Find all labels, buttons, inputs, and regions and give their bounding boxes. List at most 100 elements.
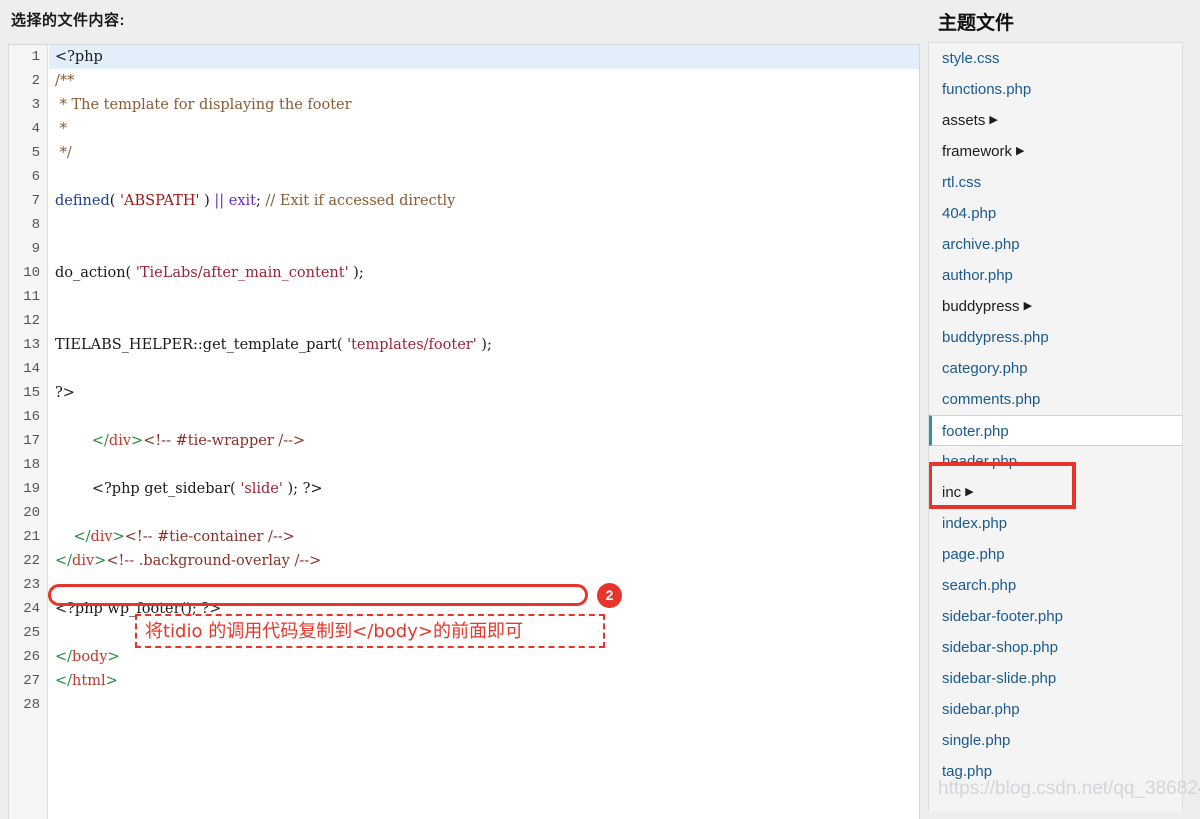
code-line[interactable]: 19 <?php get_sidebar( 'slide' ); ?> bbox=[9, 477, 919, 501]
code-line[interactable]: 8 bbox=[9, 213, 919, 237]
file-list-item-footer-php[interactable]: footer.php bbox=[929, 415, 1182, 446]
file-list-item-search-php[interactable]: search.php bbox=[929, 570, 1182, 601]
code-line[interactable]: 3 * The template for displaying the foot… bbox=[9, 93, 919, 117]
file-list-item-404-php[interactable]: 404.php bbox=[929, 198, 1182, 229]
line-number: 18 bbox=[23, 457, 40, 473]
line-content[interactable] bbox=[49, 285, 919, 309]
file-item-label: page.php bbox=[942, 546, 1005, 563]
line-number: 15 bbox=[23, 385, 40, 401]
code-line[interactable]: 14 bbox=[9, 357, 919, 381]
file-list-item-buddypress[interactable]: buddypress ▶ bbox=[929, 291, 1182, 322]
line-content[interactable] bbox=[49, 309, 919, 333]
line-content[interactable]: </body> bbox=[49, 645, 919, 669]
code-line[interactable]: 28 bbox=[9, 693, 919, 717]
line-number: 28 bbox=[23, 697, 40, 713]
code-line[interactable]: 1 <?php bbox=[9, 45, 919, 69]
line-content[interactable] bbox=[49, 213, 919, 237]
line-content[interactable] bbox=[49, 405, 919, 429]
line-content[interactable]: TIELABS_HELPER::get_template_part( 'temp… bbox=[49, 333, 919, 357]
line-content[interactable]: ?> bbox=[49, 381, 919, 405]
file-list-item-comments-php[interactable]: comments.php bbox=[929, 384, 1182, 415]
file-list-item-functions-php[interactable]: functions.php bbox=[929, 74, 1182, 105]
line-content[interactable]: </html> bbox=[49, 669, 919, 693]
code-editor-section: 选择的文件内容: 1 <?php 2 /** 3 * The template for … bbox=[0, 0, 928, 819]
file-list-item-sidebar-slide-php[interactable]: sidebar-slide.php bbox=[929, 663, 1182, 694]
line-content[interactable]: do_action( 'TieLabs/after_main_content' … bbox=[49, 261, 919, 285]
code-token: </ bbox=[55, 553, 73, 569]
line-content[interactable] bbox=[49, 357, 919, 381]
line-content[interactable]: * The template for displaying the footer bbox=[49, 93, 919, 117]
file-list-item-buddypress-php[interactable]: buddypress.php bbox=[929, 322, 1182, 353]
line-content[interactable] bbox=[49, 501, 919, 525]
file-item-label: framework bbox=[942, 143, 1013, 160]
code-line[interactable]: 22 </div><!-- .background-overlay /--> bbox=[9, 549, 919, 573]
file-list-item-author-php[interactable]: author.php bbox=[929, 260, 1182, 291]
line-content[interactable]: */ bbox=[49, 141, 919, 165]
code-line[interactable]: 6 bbox=[9, 165, 919, 189]
file-list-item-style-css[interactable]: style.css bbox=[929, 43, 1182, 74]
line-content[interactable] bbox=[49, 165, 919, 189]
code-line[interactable]: 7 defined( 'ABSPATH' ) || exit; // Exit i… bbox=[9, 189, 919, 213]
code-line[interactable]: 26 </body> bbox=[9, 645, 919, 669]
file-list-item-assets[interactable]: assets ▶ bbox=[929, 105, 1182, 136]
line-number: 5 bbox=[31, 145, 40, 161]
code-line[interactable]: 17 </div><!-- #tie-wrapper /--> bbox=[9, 429, 919, 453]
code-line[interactable]: 11 bbox=[9, 285, 919, 309]
file-list-item-sidebar-php[interactable]: sidebar.php bbox=[929, 694, 1182, 725]
code-line[interactable]: 15 ?> bbox=[9, 381, 919, 405]
code-token: do_action( bbox=[55, 265, 136, 281]
file-item-label: sidebar.php bbox=[942, 701, 1020, 718]
folder-expand-caret-icon[interactable]: ▶ bbox=[1024, 291, 1032, 322]
code-line[interactable]: 27 </html> bbox=[9, 669, 919, 693]
file-list-item-single-php[interactable]: single.php bbox=[929, 725, 1182, 756]
code-line[interactable]: 20 bbox=[9, 501, 919, 525]
line-content[interactable]: defined( 'ABSPATH' ) || exit; // Exit if… bbox=[49, 189, 919, 213]
folder-expand-caret-icon[interactable]: ▶ bbox=[965, 477, 973, 508]
file-list-item-inc[interactable]: inc ▶ bbox=[929, 477, 1182, 508]
file-item-label: buddypress.php bbox=[942, 329, 1049, 346]
line-content[interactable] bbox=[49, 693, 919, 717]
code-line[interactable]: 13 TIELABS_HELPER::get_template_part( 'te… bbox=[9, 333, 919, 357]
line-content[interactable]: <?php bbox=[49, 45, 919, 69]
file-list-item-sidebar-footer-php[interactable]: sidebar-footer.php bbox=[929, 601, 1182, 632]
line-content[interactable] bbox=[49, 453, 919, 477]
file-list-item-framework[interactable]: framework ▶ bbox=[929, 136, 1182, 167]
code-line[interactable]: 12 bbox=[9, 309, 919, 333]
folder-expand-caret-icon[interactable]: ▶ bbox=[1016, 136, 1024, 167]
code-token: </ bbox=[55, 649, 73, 665]
code-line[interactable]: 2 /** bbox=[9, 69, 919, 93]
file-list-item-index-php[interactable]: index.php bbox=[929, 508, 1182, 539]
theme-files-list[interactable]: style.css functions.php assets ▶ framework ▶ r… bbox=[928, 42, 1183, 811]
file-list-item-rtl-css[interactable]: rtl.css bbox=[929, 167, 1182, 198]
file-item-label: header.php bbox=[942, 453, 1018, 470]
code-token: ) bbox=[199, 193, 215, 209]
code-line[interactable]: 10 do_action( 'TieLabs/after_main_content… bbox=[9, 261, 919, 285]
line-content[interactable]: /** bbox=[49, 69, 919, 93]
code-line[interactable]: 5 */ bbox=[9, 141, 919, 165]
file-list-item-header-php[interactable]: header.php bbox=[929, 446, 1182, 477]
line-content[interactable]: </div><!-- #tie-container /--> bbox=[49, 525, 919, 549]
code-line[interactable]: 16 bbox=[9, 405, 919, 429]
code-viewer[interactable]: 1 <?php 2 /** 3 * The template for displayin… bbox=[8, 44, 920, 819]
line-content[interactable]: </div><!-- #tie-wrapper /--> bbox=[49, 429, 919, 453]
code-line-list[interactable]: 1 <?php 2 /** 3 * The template for displayin… bbox=[9, 45, 919, 819]
code-line[interactable]: 9 bbox=[9, 237, 919, 261]
code-line[interactable]: 21 </div><!-- #tie-container /--> bbox=[9, 525, 919, 549]
file-list-item-tag-php[interactable]: tag.php bbox=[929, 756, 1182, 787]
line-content[interactable]: <?php get_sidebar( 'slide' ); ?> bbox=[49, 477, 919, 501]
theme-files-section: 主题文件 style.css functions.php assets ▶ framew… bbox=[928, 0, 1200, 811]
code-token: /** bbox=[55, 73, 75, 89]
line-content[interactable]: * bbox=[49, 117, 919, 141]
line-content[interactable] bbox=[49, 237, 919, 261]
code-line[interactable]: 18 bbox=[9, 453, 919, 477]
file-list-item-page-php[interactable]: page.php bbox=[929, 539, 1182, 570]
line-content[interactable]: </div><!-- .background-overlay /--> bbox=[49, 549, 919, 573]
line-number: 14 bbox=[23, 361, 40, 377]
code-token: > bbox=[94, 553, 107, 569]
file-list-item-category-php[interactable]: category.php bbox=[929, 353, 1182, 384]
code-line[interactable]: 4 * bbox=[9, 117, 919, 141]
file-list-item-sidebar-shop-php[interactable]: sidebar-shop.php bbox=[929, 632, 1182, 663]
folder-expand-caret-icon[interactable]: ▶ bbox=[989, 105, 997, 136]
file-item-label: tag.php bbox=[942, 763, 993, 780]
file-list-item-archive-php[interactable]: archive.php bbox=[929, 229, 1182, 260]
